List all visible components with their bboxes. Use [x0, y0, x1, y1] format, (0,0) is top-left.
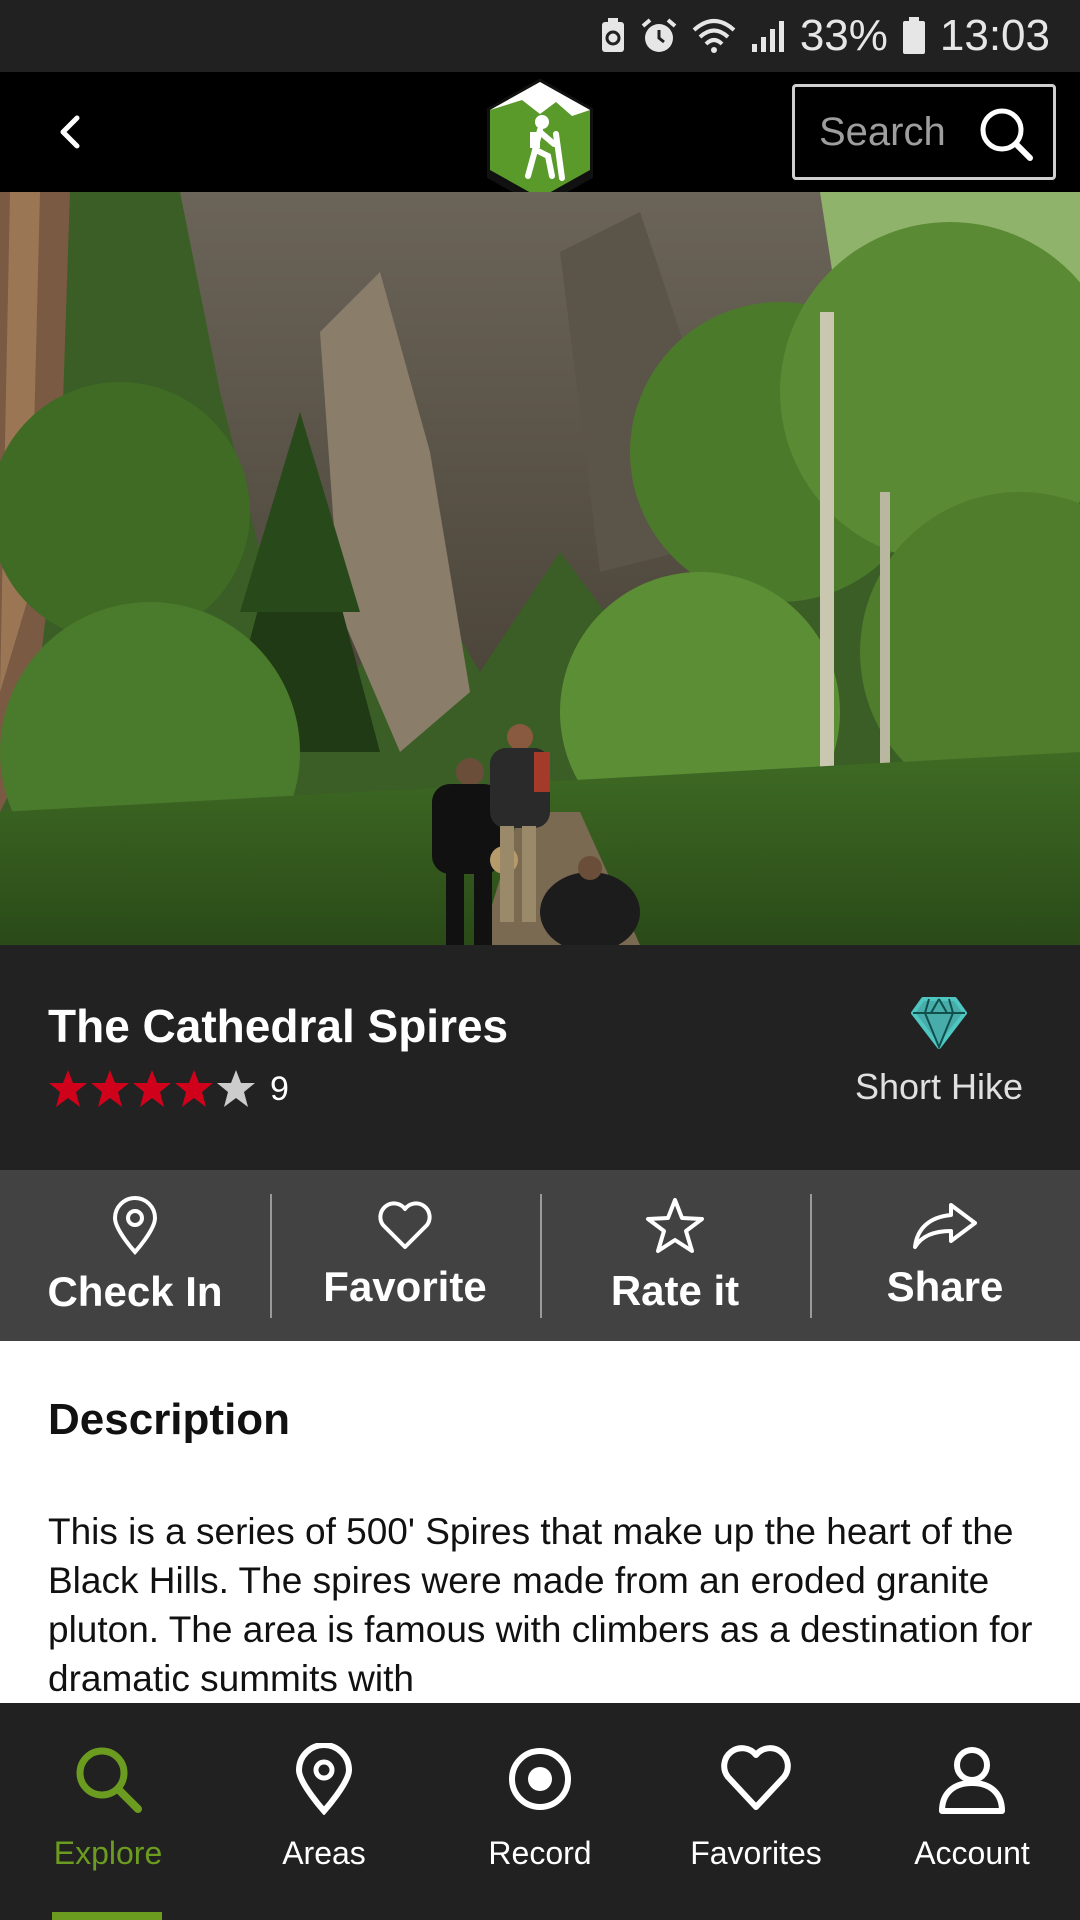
bottom-navigation: Explore Areas Record Favorites Account: [0, 1703, 1080, 1920]
share-label: Share: [886, 1262, 1004, 1310]
rating-star-icon: [91, 1070, 129, 1107]
nav-account-label: Account: [914, 1835, 1030, 1871]
star-icon: [646, 1197, 704, 1253]
nav-favorites[interactable]: Favorites: [648, 1703, 864, 1920]
trail-header: The Cathedral Spires 9 Short Hike: [0, 945, 1080, 1170]
map-pin-icon: [112, 1195, 158, 1255]
heart-icon: [721, 1745, 791, 1810]
record-icon: [509, 1748, 571, 1810]
search-placeholder: Search: [819, 109, 946, 154]
alarm-icon: [641, 18, 677, 52]
trail-photo-illustration: [0, 192, 1080, 945]
nav-record-label: Record: [488, 1835, 592, 1871]
description-text: This is a series of 500' Spires that mak…: [48, 1511, 1033, 1699]
nav-account[interactable]: Account: [864, 1703, 1080, 1920]
share-button[interactable]: Share: [810, 1170, 1080, 1341]
action-bar: Check In Favorite Rate it Share: [0, 1170, 1080, 1341]
difficulty-badge: Short Hike: [844, 995, 1034, 1108]
check-in-button[interactable]: Check In: [0, 1170, 270, 1341]
nav-explore-label: Explore: [53, 1835, 163, 1871]
description-section: Description This is a series of 500' Spi…: [0, 1341, 1080, 1703]
favorite-button[interactable]: Favorite: [270, 1170, 540, 1341]
nav-favorites-label: Favorites: [690, 1835, 822, 1871]
rating-star-icon: [133, 1070, 171, 1107]
rating-star-icon: [175, 1070, 213, 1107]
search-icon: [76, 1747, 142, 1813]
nav-areas-label: Areas: [282, 1835, 366, 1871]
rating-star-icon: [217, 1070, 255, 1107]
battery-percent: 33%: [799, 11, 888, 60]
active-tab-indicator: [52, 1912, 162, 1920]
nav-explore[interactable]: Explore: [0, 1703, 216, 1920]
rate-it-button[interactable]: Rate it: [540, 1170, 810, 1341]
trail-title: The Cathedral Spires: [48, 1000, 509, 1052]
diamond-icon: [911, 997, 967, 1050]
map-pin-icon: [295, 1743, 353, 1815]
trail-photo[interactable]: [0, 192, 1080, 945]
signal-icon: [751, 21, 784, 52]
rate-it-label: Rate it: [610, 1266, 740, 1314]
favorite-label: Favorite: [323, 1262, 487, 1310]
back-arrow-icon: [60, 115, 80, 149]
share-arrow-icon: [913, 1202, 977, 1249]
top-app-bar: Search: [0, 72, 1080, 208]
rating-count: 9: [270, 1069, 289, 1108]
person-icon: [939, 1747, 1005, 1814]
nav-record[interactable]: Record: [432, 1703, 648, 1920]
nav-areas[interactable]: Areas: [216, 1703, 432, 1920]
battery-icon: [902, 17, 925, 54]
back-button[interactable]: [40, 102, 100, 162]
status-bar: 33% 13:03: [0, 0, 1080, 72]
wifi-icon: [692, 19, 736, 53]
recycle-battery-icon: [601, 18, 624, 52]
description-heading: Description: [48, 1395, 291, 1444]
search-icon: [980, 108, 1033, 161]
heart-icon: [378, 1200, 432, 1249]
star-rating[interactable]: 9: [48, 1069, 289, 1109]
clock: 13:03: [939, 11, 1050, 60]
search-input[interactable]: Search: [792, 84, 1056, 180]
difficulty-label: Short Hike: [854, 1066, 1024, 1107]
check-in-label: Check In: [47, 1267, 223, 1315]
rating-star-icon: [49, 1070, 87, 1107]
